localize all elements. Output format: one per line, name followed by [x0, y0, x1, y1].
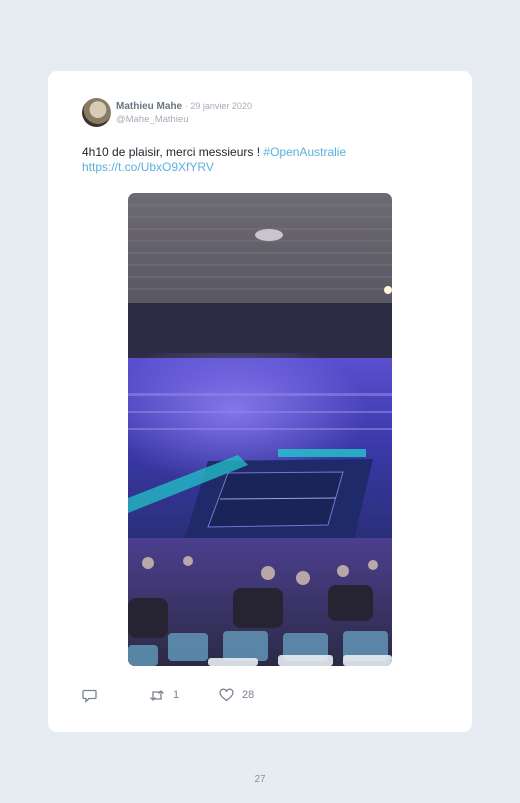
author-name[interactable]: Mathieu Mahe	[116, 101, 182, 112]
hashtag-link[interactable]: #OpenAustralie	[263, 145, 346, 159]
avatar[interactable]	[82, 98, 111, 127]
tweet-text: 4h10 de plaisir, merci messieurs ! #Open…	[82, 145, 422, 175]
retweet-count: 1	[173, 689, 180, 701]
reply-button[interactable]	[82, 687, 97, 703]
tweet-date[interactable]: · 29 janvier 2020	[185, 101, 252, 111]
heart-icon	[219, 688, 234, 702]
tweet-card: Mathieu Mahe · 29 janvier 2020 @Mahe_Mat…	[48, 71, 472, 732]
tweet-actions: 1 28	[82, 687, 382, 703]
retweet-icon	[150, 689, 164, 701]
url-link[interactable]: https://t.co/UbxO9XfYRV	[82, 160, 214, 174]
reply-icon	[82, 689, 97, 703]
like-count: 28	[242, 689, 255, 701]
author-handle[interactable]: @Mahe_Mathieu	[116, 113, 189, 126]
like-button[interactable]: 28	[219, 687, 254, 703]
page-number: 27	[254, 774, 266, 785]
tweet-media-photo[interactable]	[128, 193, 392, 666]
tweet-author: Mathieu Mahe · 29 janvier 2020	[116, 100, 252, 113]
retweet-button[interactable]: 1	[149, 687, 179, 703]
tweet-body: 4h10 de plaisir, merci messieurs !	[82, 145, 264, 159]
